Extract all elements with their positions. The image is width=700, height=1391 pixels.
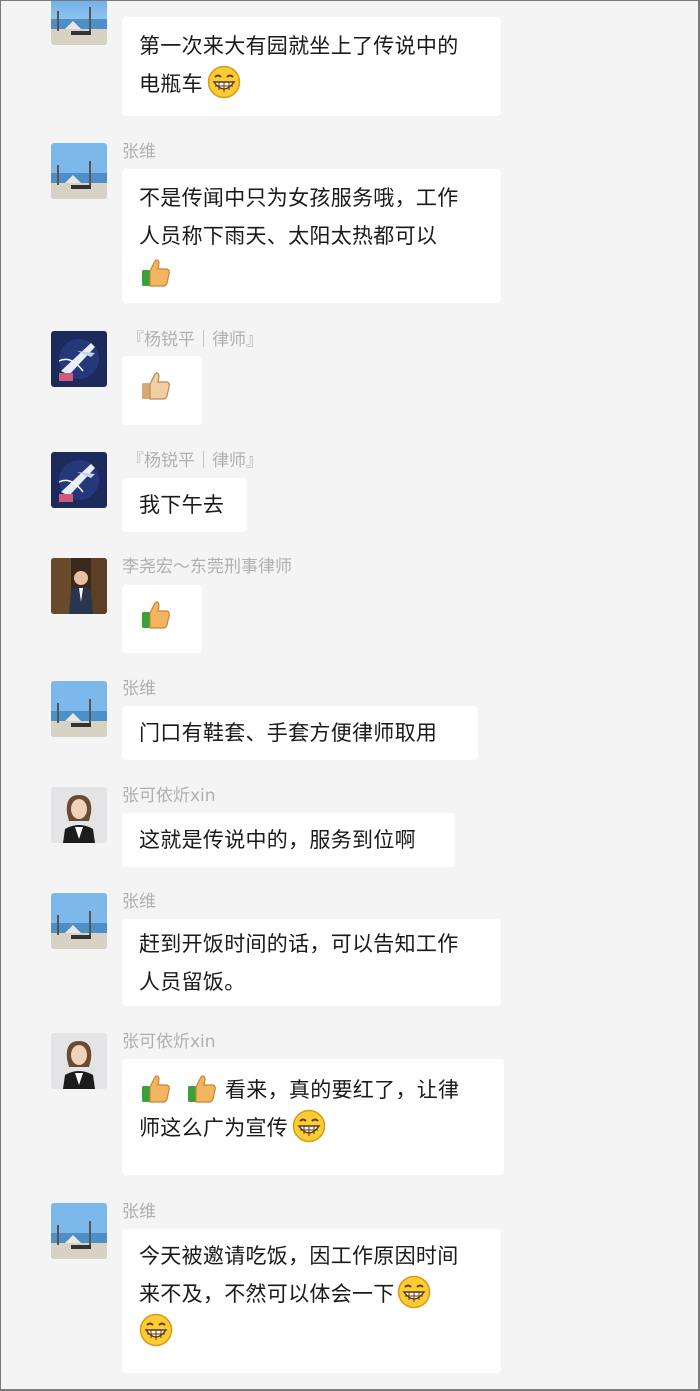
message-line: 我下午去 [139,493,225,517]
avatar-beach[interactable] [51,681,107,737]
sender-name: 李尧宏～东莞刑事律师 [122,557,292,577]
emoji-line [139,255,485,293]
message-bubble[interactable]: 看来，真的要红了，让律 师这么广为宣传 [122,1059,504,1175]
thumbs-up-emoji-icon [139,255,173,289]
message-bubble[interactable]: 第一次来大有园就坐上了传说中的 电瓶车 [122,17,501,116]
sender-name: 『杨锐平｜律师』 [127,451,263,471]
message-bubble[interactable]: 今天被邀请吃饭，因工作原因时间 来不及，不然可以体会一下 [122,1229,501,1373]
message-line: 这就是传说中的，服务到位啊 [139,828,416,852]
message-line: 人员称下雨天、太阳太热都可以 [139,224,438,248]
avatar-airplane[interactable] [51,331,107,387]
message-bubble[interactable]: 不是传闻中只为女孩服务哦，工作 人员称下雨天、太阳太热都可以 [122,169,501,303]
avatar-portrait[interactable] [51,558,107,614]
grin-emoji-icon [139,1313,173,1347]
sender-name: 张可依炘xin [122,786,216,806]
emoji-line [139,368,186,406]
message-line: 今天被邀请吃饭，因工作原因时间 [139,1244,459,1268]
grin-emoji-icon [207,65,241,99]
sender-name: 张维 [122,892,156,912]
message-line: 人员留饭。 [139,970,246,994]
message-line-with-emoji: 电瓶车 [139,65,485,103]
message-line: 不是传闻中只为女孩服务哦，工作 [139,186,459,210]
message-line: 门口有鞋套、手套方便律师取用 [139,721,438,745]
message-bubble[interactable]: 我下午去 [122,478,247,532]
emoji-line [139,597,186,635]
message-line: 赶到开饭时间的话，可以告知工作 [139,932,459,956]
thumbs-up-emoji-icon [139,1071,173,1105]
message-line-with-emoji: 师这么广为宣传 [139,1109,488,1147]
sender-name: 『杨锐平｜律师』 [127,330,263,350]
avatar-woman[interactable] [51,787,107,843]
avatar-woman[interactable] [51,1033,107,1089]
message-line-with-emoji: 来不及，不然可以体会一下 [139,1275,485,1313]
thumbs-up-light-emoji-icon [139,368,173,402]
message-bubble[interactable] [122,585,202,653]
grin-emoji-icon [397,1275,431,1309]
sender-name: 张维 [122,142,156,162]
avatar-beach[interactable] [51,143,107,199]
chat-window: 第一次来大有园就坐上了传说中的 电瓶车 张维 不是传闻中只为女孩服务哦，工作 人… [0,0,700,1391]
message-line-with-emoji: 看来，真的要红了，让律 [139,1071,488,1109]
thumbs-up-emoji-icon [139,597,173,631]
sender-name: 张维 [122,1202,156,1222]
avatar-beach[interactable] [51,893,107,949]
avatar-beach[interactable] [51,1,107,45]
message-bubble[interactable]: 赶到开饭时间的话，可以告知工作 人员留饭。 [122,919,501,1006]
message-bubble[interactable] [122,356,202,425]
message-text: 师这么广为宣传 [139,1116,289,1140]
message-bubble[interactable]: 门口有鞋套、手套方便律师取用 [122,706,478,760]
avatar-beach[interactable] [51,1203,107,1259]
message-text: 看来，真的要红了，让律 [225,1078,460,1102]
message-text: 电瓶车 [139,72,203,96]
sender-name: 张可依炘xin [122,1032,216,1052]
sender-name: 张维 [122,679,156,699]
avatar-airplane[interactable] [51,452,107,508]
message-text: 来不及，不然可以体会一下 [139,1282,395,1306]
emoji-line [139,1313,485,1351]
message-bubble[interactable]: 这就是传说中的，服务到位啊 [122,813,455,867]
grin-emoji-icon [292,1109,326,1143]
thumbs-up-emoji-icon [185,1071,219,1105]
message-line: 第一次来大有园就坐上了传说中的 [139,34,459,58]
